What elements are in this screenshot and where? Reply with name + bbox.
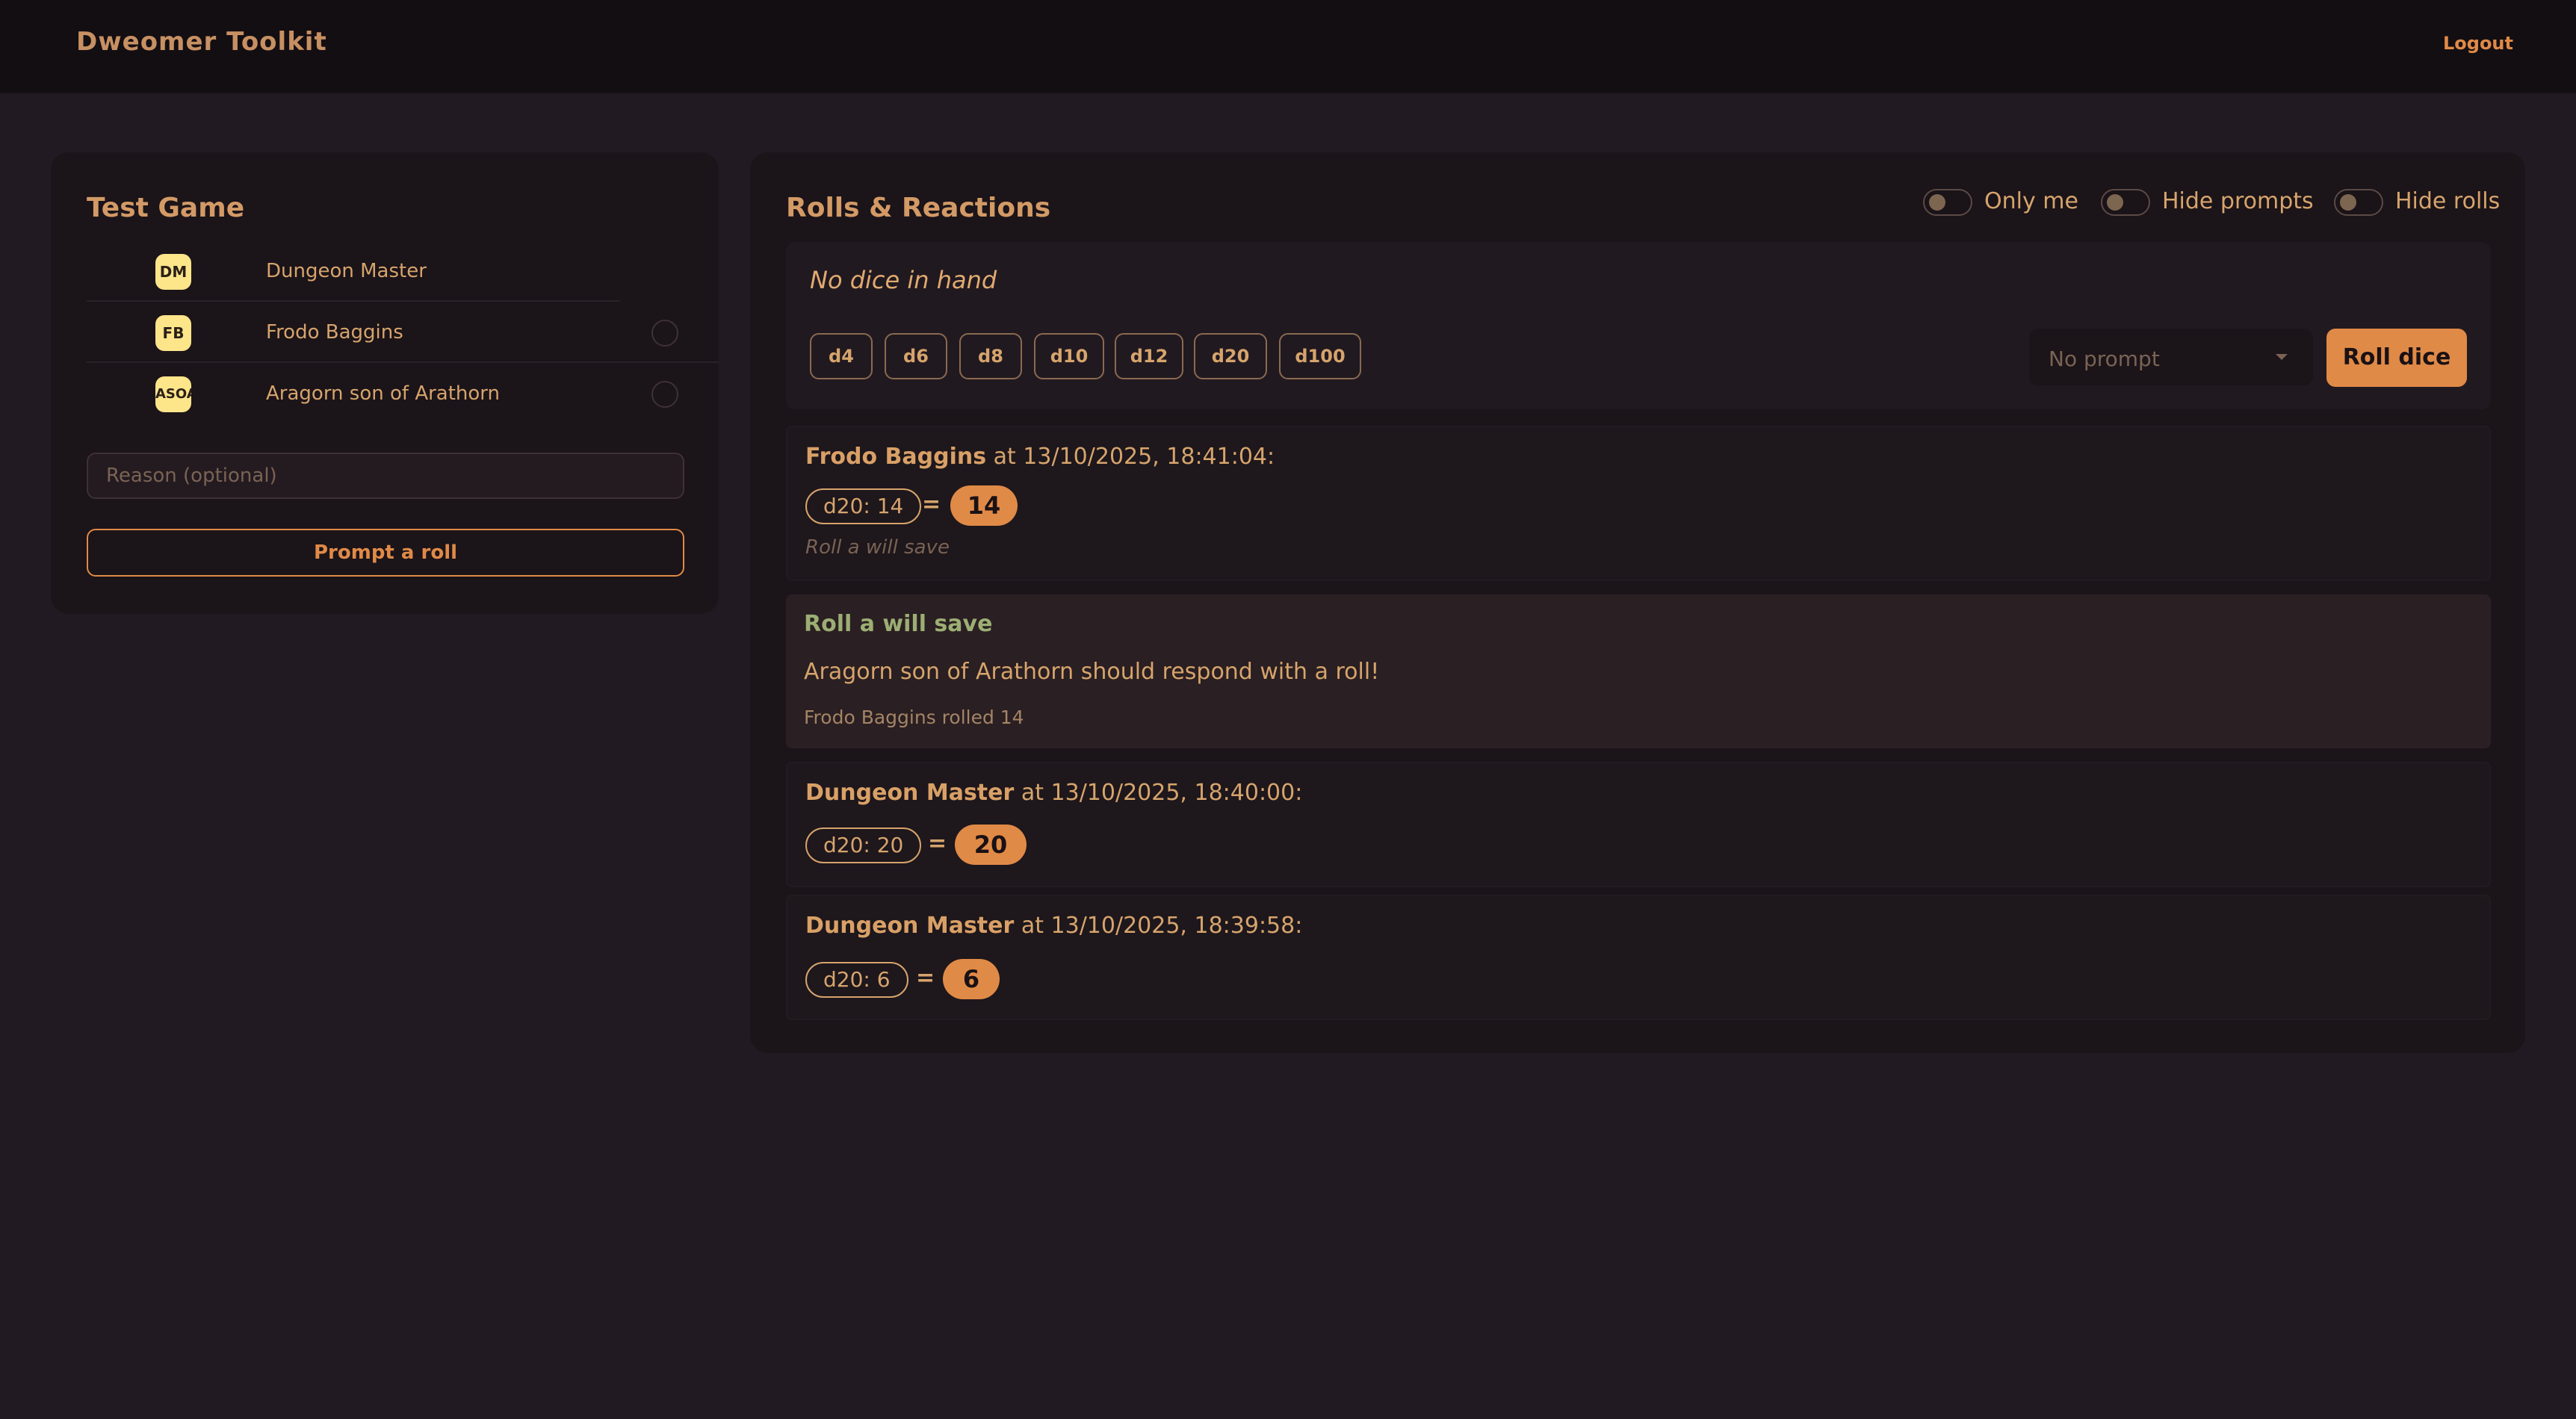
toggle-switch[interactable] xyxy=(2334,189,2383,216)
prompt-roll-button[interactable]: Prompt a roll xyxy=(87,529,684,577)
roll-total-badge: 14 xyxy=(950,485,1018,526)
toggle-label: Hide prompts xyxy=(2162,188,2314,214)
roll-timestamp: at 13/10/2025, 18:40:00: xyxy=(1014,780,1303,806)
roll-entry: Dungeon Master at 13/10/2025, 18:39:58: … xyxy=(786,895,2491,1020)
toggle-knob xyxy=(2340,194,2356,211)
avatar: FB xyxy=(155,315,191,351)
chevron-down-icon xyxy=(2276,354,2288,360)
equals-sign: = xyxy=(916,965,935,991)
toggle-label: Hide rolls xyxy=(2395,188,2501,214)
die-d8-button[interactable]: d8 xyxy=(959,333,1022,379)
player-name: Aragorn son of Arathorn xyxy=(266,382,501,405)
roll-entry-header: Dungeon Master at 13/10/2025, 18:40:00: xyxy=(805,780,1302,806)
prompt-card: Roll a will save Aragorn son of Arathorn… xyxy=(786,594,2491,748)
roll-entry: Frodo Baggins at 13/10/2025, 18:41:04: d… xyxy=(786,426,2491,581)
die-d6-button[interactable]: d6 xyxy=(885,333,947,379)
avatar: DM xyxy=(155,254,191,290)
die-d4-button[interactable]: d4 xyxy=(810,333,873,379)
die-d10-button[interactable]: d10 xyxy=(1034,333,1104,379)
prompt-title: Roll a will save xyxy=(804,611,993,637)
rolls-title: Rolls & Reactions xyxy=(786,193,1051,223)
equals-sign: = xyxy=(922,491,941,518)
player-row-dm: DM Dungeon Master xyxy=(87,240,620,302)
hand-empty-text: No dice in hand xyxy=(810,266,997,294)
player-name: Frodo Baggins xyxy=(266,321,403,344)
prompt-select-value: No prompt xyxy=(2049,347,2160,371)
roll-timestamp: at 13/10/2025, 18:39:58: xyxy=(1014,913,1303,939)
dice-result-pill: d20: 14 xyxy=(805,488,922,524)
roll-total-badge: 6 xyxy=(943,959,1000,999)
prompt-select[interactable]: No prompt xyxy=(2029,329,2313,385)
dice-result-pill: d20: 20 xyxy=(805,828,922,863)
logout-link[interactable]: Logout xyxy=(2443,33,2513,54)
toggle-switch[interactable] xyxy=(1923,189,1972,216)
player-select-radio[interactable] xyxy=(651,381,678,408)
prompt-message: Aragorn son of Arathorn should respond w… xyxy=(804,659,1380,685)
die-d20-button[interactable]: d20 xyxy=(1194,333,1267,379)
brand-logo[interactable]: Dweomer Toolkit xyxy=(76,27,327,57)
roller-name: Dungeon Master xyxy=(805,913,1015,939)
roller-name: Dungeon Master xyxy=(805,780,1015,806)
toggle-switch[interactable] xyxy=(2101,189,2150,216)
player-select-radio[interactable] xyxy=(651,320,678,347)
roll-entry: Dungeon Master at 13/10/2025, 18:40:00: … xyxy=(786,762,2491,887)
roll-entry-header: Dungeon Master at 13/10/2025, 18:39:58: xyxy=(805,913,1302,939)
game-title: Test Game xyxy=(87,193,245,223)
prompt-status: Frodo Baggins rolled 14 xyxy=(804,707,1024,728)
dice-result-pill: d20: 6 xyxy=(805,962,908,998)
die-d100-button[interactable]: d100 xyxy=(1279,333,1361,379)
roll-timestamp: at 13/10/2025, 18:41:04: xyxy=(986,444,1275,470)
dice-hand: No dice in hand d4 d6 d8 d10 d12 d20 d10… xyxy=(786,242,2491,409)
roll-note: Roll a will save xyxy=(805,536,950,559)
player-row-frodo[interactable]: FB Frodo Baggins xyxy=(87,302,719,363)
equals-sign: = xyxy=(928,830,947,857)
toggle-label: Only me xyxy=(1984,188,2078,214)
top-navbar: Dweomer Toolkit Logout xyxy=(0,0,2576,94)
player-row-aragorn[interactable]: ASOA Aragorn son of Arathorn xyxy=(87,363,719,423)
toggle-knob xyxy=(1929,194,1945,211)
toggle-knob xyxy=(2107,194,2123,211)
roller-name: Frodo Baggins xyxy=(805,444,987,470)
reason-input[interactable] xyxy=(87,453,684,499)
roll-dice-button[interactable]: Roll dice xyxy=(2326,329,2467,387)
avatar: ASOA xyxy=(155,376,191,412)
roll-total-badge: 20 xyxy=(955,825,1027,865)
player-name: Dungeon Master xyxy=(266,260,427,282)
roll-entry-header: Frodo Baggins at 13/10/2025, 18:41:04: xyxy=(805,444,1275,470)
die-d12-button[interactable]: d12 xyxy=(1115,333,1183,379)
